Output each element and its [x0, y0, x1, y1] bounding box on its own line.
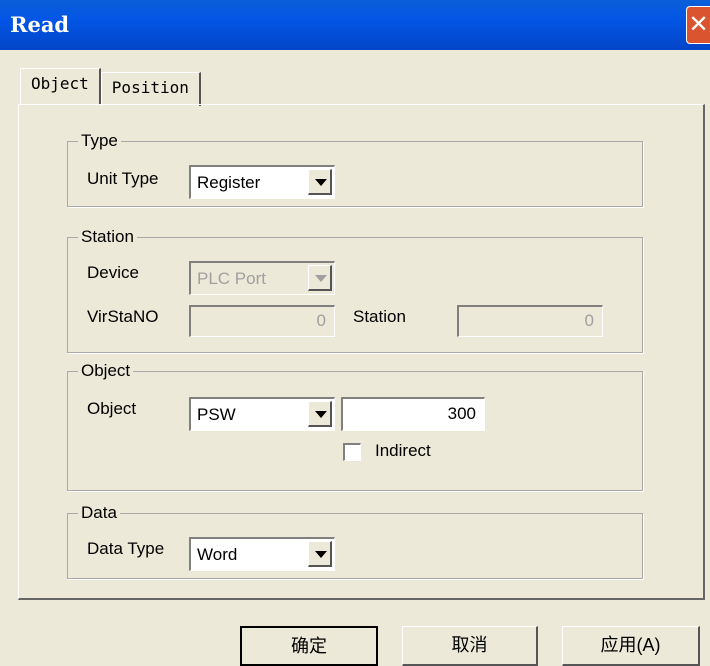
type-group-title: Type: [78, 131, 121, 151]
object-group-title: Object: [78, 361, 134, 381]
tab-panel: Type Unit Type Register Station Device P…: [18, 104, 705, 600]
unit-type-select[interactable]: Register: [189, 165, 335, 199]
device-select: PLC Port: [189, 261, 335, 295]
tab-strip: Object Position: [20, 68, 201, 106]
indirect-checkbox[interactable]: [343, 443, 361, 461]
object-value: PSW: [197, 405, 236, 424]
device-label: Device: [87, 263, 139, 282]
close-icon: ✕: [688, 11, 709, 38]
data-type-label: Data Type: [87, 539, 165, 558]
chevron-down-icon[interactable]: [308, 169, 332, 195]
cancel-button[interactable]: 取消: [402, 626, 538, 666]
window-title: Read: [10, 12, 70, 37]
object-select[interactable]: PSW: [189, 397, 335, 431]
indirect-label: Indirect: [375, 441, 431, 460]
object-address-input[interactable]: 300: [341, 397, 485, 431]
virstano-field: 0: [189, 305, 335, 337]
apply-button[interactable]: 应用(A): [562, 626, 700, 666]
object-group: Object: [67, 361, 643, 491]
data-group-title: Data: [78, 503, 120, 523]
chevron-down-icon[interactable]: [308, 541, 332, 567]
unit-type-value: Register: [197, 173, 261, 192]
ok-button[interactable]: 确定: [240, 626, 378, 666]
data-type-select[interactable]: Word: [189, 537, 335, 571]
tab-position[interactable]: Position: [100, 72, 201, 106]
station-field: 0: [457, 305, 603, 337]
title-bar: Read ✕: [0, 0, 710, 50]
data-type-value: Word: [197, 545, 238, 564]
device-value: PLC Port: [197, 269, 266, 288]
station-group-title: Station: [78, 227, 137, 247]
station-label: Station: [353, 307, 406, 326]
chevron-down-icon: [308, 265, 332, 291]
unit-type-label: Unit Type: [87, 169, 159, 188]
object-label: Object: [87, 399, 137, 418]
tab-object[interactable]: Object: [20, 68, 101, 104]
virstano-label: VirStaNO: [87, 307, 159, 326]
close-button[interactable]: ✕: [686, 6, 710, 44]
chevron-down-icon[interactable]: [308, 401, 332, 427]
